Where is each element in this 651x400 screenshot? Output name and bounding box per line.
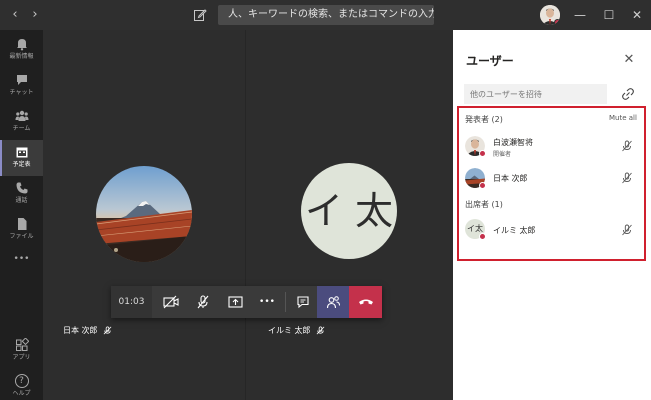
tile-divider	[245, 30, 246, 400]
rail-item-calendar[interactable]: 予定表	[0, 140, 43, 176]
rail-item-chat[interactable]: チャット	[0, 68, 43, 104]
mic-muted-icon	[316, 326, 325, 335]
mic-muted-icon[interactable]	[621, 172, 633, 184]
rail-item-label: ヘルプ	[12, 390, 31, 397]
mute-all-button[interactable]: Mute all	[609, 114, 637, 122]
app-rail: 最新情報 チャット チーム 予定表 通話 ファイル ••• アプリ ? ヘルプ	[0, 30, 43, 400]
rail-item-activity[interactable]: 最新情報	[0, 32, 43, 68]
forward-button[interactable]: ›	[28, 7, 42, 23]
more-icon: •••	[13, 254, 30, 264]
participant-photo-tile	[96, 166, 192, 262]
help-icon: ?	[14, 374, 29, 388]
participant-name: 日本 次郎	[493, 174, 528, 183]
participant-role: 開催者	[493, 151, 512, 158]
presence-busy-badge	[479, 182, 486, 189]
camera-off-icon	[163, 295, 179, 309]
share-link-icon[interactable]	[621, 87, 635, 101]
phone-icon	[16, 182, 27, 194]
landscape-photo	[96, 166, 192, 262]
teams-icon	[15, 110, 28, 121]
rail-item-label: 最新情報	[9, 53, 34, 60]
maximize-button[interactable]: ☐	[601, 6, 617, 24]
hang-up-icon	[358, 299, 373, 305]
close-panel-button[interactable]: ✕	[621, 52, 637, 68]
people-icon	[326, 296, 340, 309]
rail-item-label: チャット	[9, 89, 34, 96]
control-separator	[285, 292, 286, 312]
participant-initials-tile: イ 太	[301, 163, 397, 259]
participants-panel-button[interactable]	[317, 286, 350, 318]
rail-item-label: 予定表	[12, 161, 31, 168]
share-screen-icon	[227, 296, 243, 308]
camera-toggle-button[interactable]	[155, 286, 187, 318]
search-input[interactable]: 人、キーワードの検索、またはコマンドの入力	[218, 5, 434, 25]
chat-icon	[16, 75, 27, 85]
mic-off-icon	[197, 295, 209, 309]
rail-item-help[interactable]: ? ヘルプ	[0, 369, 43, 400]
mic-muted-icon[interactable]	[621, 224, 633, 236]
mic-toggle-button[interactable]	[187, 286, 219, 318]
more-icon: •••	[259, 297, 275, 307]
participant-name: イルミ 太郎	[493, 226, 536, 235]
rail-item-teams[interactable]: チーム	[0, 104, 43, 140]
bell-icon	[16, 39, 27, 51]
tile-name-text: 日本 次郎	[63, 326, 98, 335]
minimize-button[interactable]: —	[572, 6, 588, 24]
rail-more-button[interactable]: •••	[0, 248, 43, 284]
chat-icon	[297, 296, 309, 309]
calendar-icon	[16, 147, 27, 158]
rail-item-label: 通話	[15, 197, 28, 204]
close-window-button[interactable]: ✕	[629, 6, 645, 24]
presenters-section-label: 発表者 (2)	[465, 115, 503, 124]
call-controls-bar: 01:03 •••	[111, 286, 382, 318]
mic-muted-icon[interactable]	[621, 140, 633, 152]
participant-avatar	[465, 168, 486, 189]
compose-icon[interactable]	[193, 8, 207, 22]
back-button[interactable]: ‹	[8, 7, 22, 23]
hang-up-button[interactable]	[349, 286, 382, 318]
presence-busy-badge	[554, 19, 560, 25]
presence-busy-badge	[479, 150, 486, 157]
rail-item-label: ファイル	[9, 233, 34, 240]
title-bar: ‹ › 人、キーワードの検索、またはコマンドの入力 — ☐ ✕	[0, 0, 651, 30]
presence-busy-badge	[479, 233, 486, 240]
tile-name-right: イルミ 太郎	[268, 325, 325, 336]
share-screen-button[interactable]	[219, 286, 251, 318]
more-actions-button[interactable]: •••	[251, 286, 283, 318]
rail-item-apps[interactable]: アプリ	[0, 333, 43, 369]
file-icon	[17, 218, 26, 230]
participant-initials: イ太	[467, 224, 483, 233]
rail-item-label: チーム	[12, 125, 31, 132]
participant-avatar	[465, 136, 486, 157]
chat-panel-button[interactable]	[287, 286, 319, 318]
participants-panel: ユーザー ✕ 発表者 (2) Mute all 白波瀬智将 開催者	[453, 30, 651, 400]
participant-avatar: イ太	[465, 219, 486, 240]
call-timer: 01:03	[111, 286, 152, 318]
tile-name-left: 日本 次郎	[63, 325, 112, 336]
tile-name-text: イルミ 太郎	[268, 326, 311, 335]
attendees-section-label: 出席者 (1)	[465, 200, 503, 209]
rail-item-label: アプリ	[12, 354, 31, 361]
profile-avatar[interactable]	[540, 5, 560, 25]
mic-muted-icon	[103, 326, 112, 335]
rail-item-calls[interactable]: 通話	[0, 176, 43, 212]
rail-item-files[interactable]: ファイル	[0, 212, 43, 248]
participant-name: 白波瀬智将	[493, 138, 533, 147]
panel-title: ユーザー	[466, 54, 514, 68]
apps-icon	[15, 338, 29, 351]
invite-input[interactable]	[464, 84, 607, 104]
